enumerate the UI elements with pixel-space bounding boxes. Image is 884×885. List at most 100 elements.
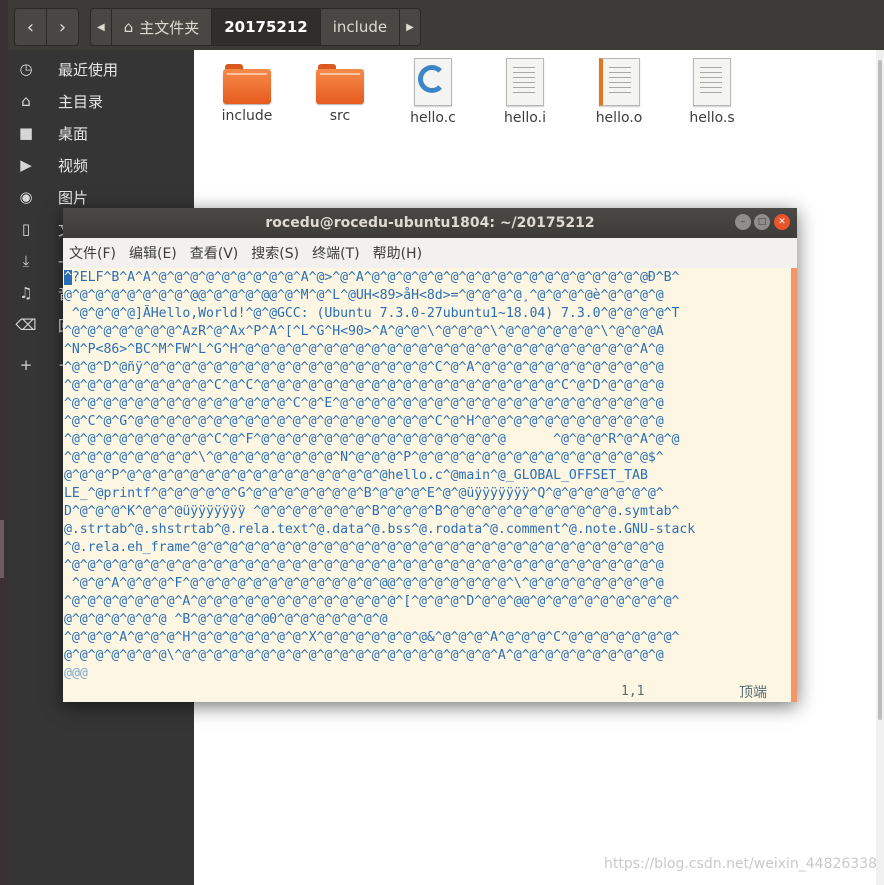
sidebar-item-label: 图片	[58, 188, 89, 207]
close-icon: ✕	[778, 217, 786, 227]
text-file-icon	[506, 58, 544, 106]
terminal-menubar: 文件(F) 编辑(E) 查看(V) 搜索(S) 终端(T) 帮助(H)	[63, 238, 797, 268]
buffer-line: ^@^@^@^@]ÃHello,World!^@^@GCC: (Ubuntu 7…	[64, 306, 680, 321]
breadcrumb-include[interactable]: include	[319, 9, 399, 45]
buffer-line: ^@^@^@^@^@^@^@^@^\^@^@^@^@^@^@^@^@^N^@^@…	[64, 450, 664, 465]
breadcrumb-label: 主文件夹	[139, 18, 200, 37]
maximize-icon: □	[757, 217, 767, 227]
buffer-line: ^@^@^@^@^@^@^@^@^@^C^@^C^@^@^@^@^@^@^@^@…	[64, 378, 664, 393]
document-icon: ▯	[21, 220, 31, 238]
buffer-line: ^@^@^A^@^@^@^F^@^@^@^@^@^@^@^@^@^@^@^@^@…	[64, 576, 664, 591]
desktop-icon: ■	[18, 124, 34, 142]
buffer-line: @^@^@^@^@^@^@\^@^@^@^@^@^@^@^@^@^@^@^@^@…	[64, 648, 664, 663]
buffer-line: ^@^@^@^@^@^@^@^A^@^@^@^@^@^@^@^@^@^@^@^@…	[64, 594, 680, 609]
buffer-line: @^@^@^@^@^@^@ ^B^@^@^@^@^@0^@^@^@^@^@^@^…	[64, 612, 388, 627]
scrollbar-thumb[interactable]	[878, 60, 882, 720]
breadcrumb-left-arrow[interactable]: ◀	[91, 9, 111, 45]
file-manager-header: ‹ › ◀ ⌂ 主文件夹 20175212 include ▶	[8, 0, 884, 50]
sidebar-item-label: 视频	[58, 156, 89, 175]
folder-icon	[223, 64, 271, 104]
forward-button[interactable]: ›	[46, 9, 78, 45]
buffer-line: ^?ELF^B^A^A^@^@^@^@^@^@^@^@^@^A^@>^@^A^@…	[64, 269, 790, 287]
breadcrumb-home[interactable]: ⌂ 主文件夹	[110, 9, 212, 45]
menu-search[interactable]: 搜索(S)	[251, 243, 299, 263]
trash-icon: ⌫	[15, 316, 37, 334]
home-icon: ⌂	[123, 18, 134, 36]
nav-buttons: ‹ ›	[14, 8, 79, 46]
terminal-window: rocedu@rocedu-ubuntu1804: ~/20175212 – □…	[63, 208, 797, 702]
buffer-line: ^@.rela.eh_frame^@^@^@^@^@^@^@^@^@^@^@^@…	[64, 540, 664, 555]
plus-icon: +	[19, 356, 33, 374]
text-cursor: ^	[64, 270, 72, 285]
home-icon: ⌂	[21, 92, 31, 110]
terminal-content[interactable]: ^?ELF^B^A^A^@^@^@^@^@^@^@^@^@^A^@>^@^A^@…	[63, 268, 791, 702]
sidebar-item-label: 最近使用	[58, 60, 119, 79]
buffer-line: ^N^P<86>^BC^M^FW^L^G^H^@^@^@^@^@^@^@^@^@…	[64, 342, 664, 357]
line-text: ?ELF^B^A^A^@^@^@^@^@^@^@^@^@^A^@>^@^A^@^…	[71, 270, 680, 285]
sidebar-item-label: 桌面	[58, 124, 89, 143]
buffer-line: ^@^@^@^A^@^@^@^H^@^@^@^@^@^@^@^X^@^@^@^@…	[64, 630, 680, 645]
buffer-line: ^@^@^D^@ñÿ^@^@^@^@^@^@^@^@^@^@^@^@^@^@^@…	[64, 360, 664, 375]
terminal-scrollbar[interactable]	[791, 268, 797, 702]
minimize-icon: –	[740, 217, 746, 227]
chevron-right-icon: ›	[58, 16, 67, 38]
file-view-scrollbar[interactable]	[876, 50, 884, 885]
file-label: hello.i	[504, 110, 546, 126]
buffer-line: ^@^@^@^@^@^@^@^AzR^@^Ax^P^A^[^L^G^H<90>^…	[64, 324, 664, 339]
breadcrumb-label: 20175212	[224, 18, 308, 36]
file-item-hello-s[interactable]: hello.s	[666, 58, 758, 126]
buffer-line: LE_^@printf^@^@^@^@^@^G^@^@^@^@^@^@^@^B^…	[64, 486, 664, 501]
close-button[interactable]: ✕	[774, 214, 790, 230]
vim-buffer[interactable]: ^?ELF^B^A^A^@^@^@^@^@^@^@^@^@^A^@>^@^A^@…	[64, 269, 790, 683]
buffer-line: ^@^@^@^@^@^@^@^@^@^@^@^@^@^@^C^@^E^@^@^@…	[64, 396, 664, 411]
sidebar-item-videos[interactable]: ▶ 视频	[8, 149, 194, 181]
back-button[interactable]: ‹	[15, 9, 46, 45]
buffer-line: @.strtab^@.shstrtab^@.rela.text^@.data^@…	[64, 522, 696, 537]
scroll-position: 顶端	[739, 685, 767, 701]
menu-terminal[interactable]: 终端(T)	[312, 243, 359, 263]
launcher-scroll-handle[interactable]	[0, 520, 4, 578]
window-title: rocedu@rocedu-ubuntu1804: ~/20175212	[265, 215, 595, 231]
end-of-buffer-marker: @@@	[64, 666, 88, 681]
video-icon: ▶	[20, 156, 32, 174]
sidebar-item-home[interactable]: ⌂ 主目录	[8, 85, 194, 117]
download-icon: ⤓	[22, 252, 30, 270]
file-label: hello.s	[689, 110, 735, 126]
breadcrumb: ◀ ⌂ 主文件夹 20175212 include ▶	[90, 8, 421, 46]
sidebar-item-desktop[interactable]: ■ 桌面	[8, 117, 194, 149]
file-label: hello.c	[410, 110, 456, 126]
chevron-left-icon: ‹	[26, 16, 35, 38]
file-label: hello.o	[595, 110, 643, 126]
file-item-hello-o[interactable]: hello.o	[573, 58, 665, 126]
breadcrumb-label: include	[332, 18, 388, 36]
menu-file[interactable]: 文件(F)	[69, 243, 116, 263]
file-item-hello-i[interactable]: hello.i	[479, 58, 571, 126]
camera-icon: ◉	[19, 188, 33, 206]
c-source-file-icon	[414, 58, 452, 106]
caret-left-icon: ◀	[97, 21, 105, 33]
file-label: src	[329, 108, 351, 124]
vim-statusline: 1,1 顶端	[63, 682, 791, 702]
file-item-include[interactable]: include	[201, 58, 293, 124]
breadcrumb-20175212[interactable]: 20175212	[211, 9, 320, 45]
breadcrumb-right-arrow[interactable]: ▶	[399, 9, 420, 45]
buffer-line: @^@^@^P^@^@^@^@^@^@^@^@^@^@^@^@^@^@^@^@^…	[64, 468, 648, 483]
terminal-titlebar[interactable]: rocedu@rocedu-ubuntu1804: ~/20175212 – □…	[63, 208, 797, 238]
menu-help[interactable]: 帮助(H)	[373, 243, 422, 263]
buffer-line: @^@^@^@^@^@^@^@^@@^@^@^@^@@^@^M^@^L^@UH<…	[64, 288, 664, 303]
menu-view[interactable]: 查看(V)	[190, 243, 239, 263]
caret-right-icon: ▶	[406, 21, 414, 33]
sidebar-item-recent[interactable]: ◷ 最近使用	[8, 53, 194, 85]
file-item-src[interactable]: src	[294, 58, 386, 124]
buffer-line: D^@^@^@^K^@^@^@üÿÿÿÿÿÿÿ ^@^@^@^@^@^@^@^B…	[64, 504, 680, 519]
minimize-button[interactable]: –	[735, 214, 751, 230]
file-item-hello-c[interactable]: hello.c	[387, 58, 479, 126]
file-label: include	[221, 108, 273, 124]
maximize-button[interactable]: □	[754, 214, 770, 230]
buffer-line: ^@^@^@^@^@^@^@^@^@^@^@^@^@^@^@^@^@^@^@^@…	[64, 558, 664, 573]
buffer-line: ^@^C^@^G^@^@^@^@^@^@^@^@^@^@^@^@^@^@^@^@…	[64, 414, 664, 429]
unity-launcher	[0, 0, 8, 885]
buffer-line: ^@^@^@^@^@^@^@^@^@^C^@^F^@^@^@^@^@^@^@^@…	[64, 432, 680, 447]
object-file-icon	[598, 58, 640, 106]
menu-edit[interactable]: 编辑(E)	[129, 243, 177, 263]
